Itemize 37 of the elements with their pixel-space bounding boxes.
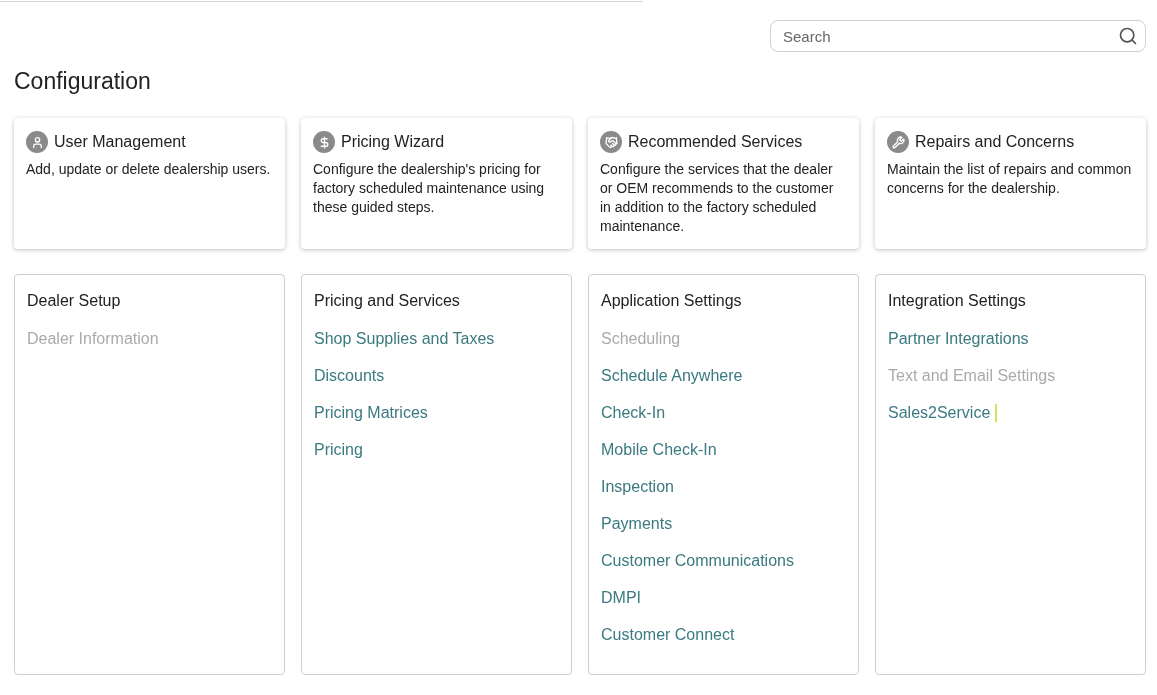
dollar-icon [313, 131, 335, 153]
settings-link[interactable]: Shop Supplies and Taxes [314, 328, 495, 350]
page-title: Configuration [14, 67, 152, 96]
settings-link[interactable]: Customer Communications [601, 550, 794, 572]
card-description: Configure the dealership's pricing for factory scheduled maintenance using these guided steps. [313, 160, 546, 217]
search-icon[interactable] [1118, 26, 1138, 46]
settings-link[interactable]: DMPI [601, 587, 641, 609]
settings-link[interactable]: Sales2Service [888, 402, 991, 424]
handshake-icon [600, 131, 622, 153]
settings-link[interactable]: Mobile Check-In [601, 439, 717, 461]
settings-link[interactable]: Discounts [314, 365, 385, 387]
panel-title: Pricing and Services [314, 291, 461, 311]
settings-link[interactable]: Pricing Matrices [314, 402, 428, 424]
settings-link[interactable]: Payments [601, 513, 673, 535]
card-description: Add, update or delete dealership users. [26, 160, 272, 179]
settings-link[interactable]: Schedule Anywhere [601, 365, 743, 387]
card-title: Pricing Wizard [341, 132, 445, 152]
card-title: User Management [54, 132, 186, 152]
settings-link[interactable]: Partner Integrations [888, 328, 1029, 350]
config-card[interactable]: Pricing Wizard Configure the dealership's pricing for factory scheduled maintenance using these guided steps. [301, 118, 572, 249]
settings-link[interactable]: Check-In [601, 402, 666, 424]
panel-title: Dealer Setup [27, 291, 122, 311]
search-field[interactable]: Search [770, 20, 1146, 52]
settings-link[interactable]: Inspection [601, 476, 674, 498]
card-title: Recommended Services [628, 132, 803, 152]
panel-title: Application Settings [601, 291, 743, 311]
config-card[interactable]: Repairs and Concerns Maintain the list of repairs and common concerns for the dealership. [875, 118, 1146, 249]
config-card[interactable]: Recommended Services Configure the services that the dealer or OEM recommends to the customer in addition to the factory scheduled maintenance. [588, 118, 859, 249]
tools-icon [887, 131, 909, 153]
card-description: Maintain the list of repairs and common concerns for the dealership. [887, 160, 1133, 198]
settings-link[interactable]: Customer Connect [601, 624, 735, 646]
settings-link[interactable]: Pricing [314, 439, 363, 461]
card-title: Repairs and Concerns [915, 132, 1075, 152]
panel-title: Integration Settings [888, 291, 1027, 311]
user-icon [26, 131, 48, 153]
card-description: Configure the services that the dealer or OEM recommends to the customer in addition to the factory scheduled maintenance. [600, 160, 835, 236]
config-card[interactable]: User Management Add, update or delete dealership users. [14, 118, 285, 249]
